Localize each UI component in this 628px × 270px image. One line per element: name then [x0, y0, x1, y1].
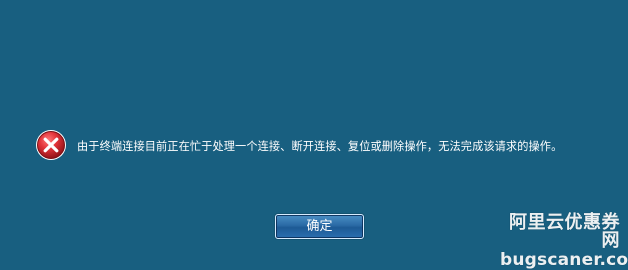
- watermark: 阿里云优惠券网 bugscaner.com: [500, 212, 628, 270]
- error-icon: [35, 129, 67, 161]
- error-screen: 由于终端连接目前正在忙于处理一个连接、断开连接、复位或删除操作，无法完成该请求的…: [0, 0, 628, 270]
- watermark-domain: bugscaner.com: [500, 250, 628, 270]
- watermark-title: 阿里云优惠券网: [509, 212, 620, 251]
- error-message: 由于终端连接目前正在忙于处理一个连接、断开连接、复位或删除操作，无法完成该请求的…: [77, 140, 563, 153]
- ok-button[interactable]: 确定: [275, 214, 364, 239]
